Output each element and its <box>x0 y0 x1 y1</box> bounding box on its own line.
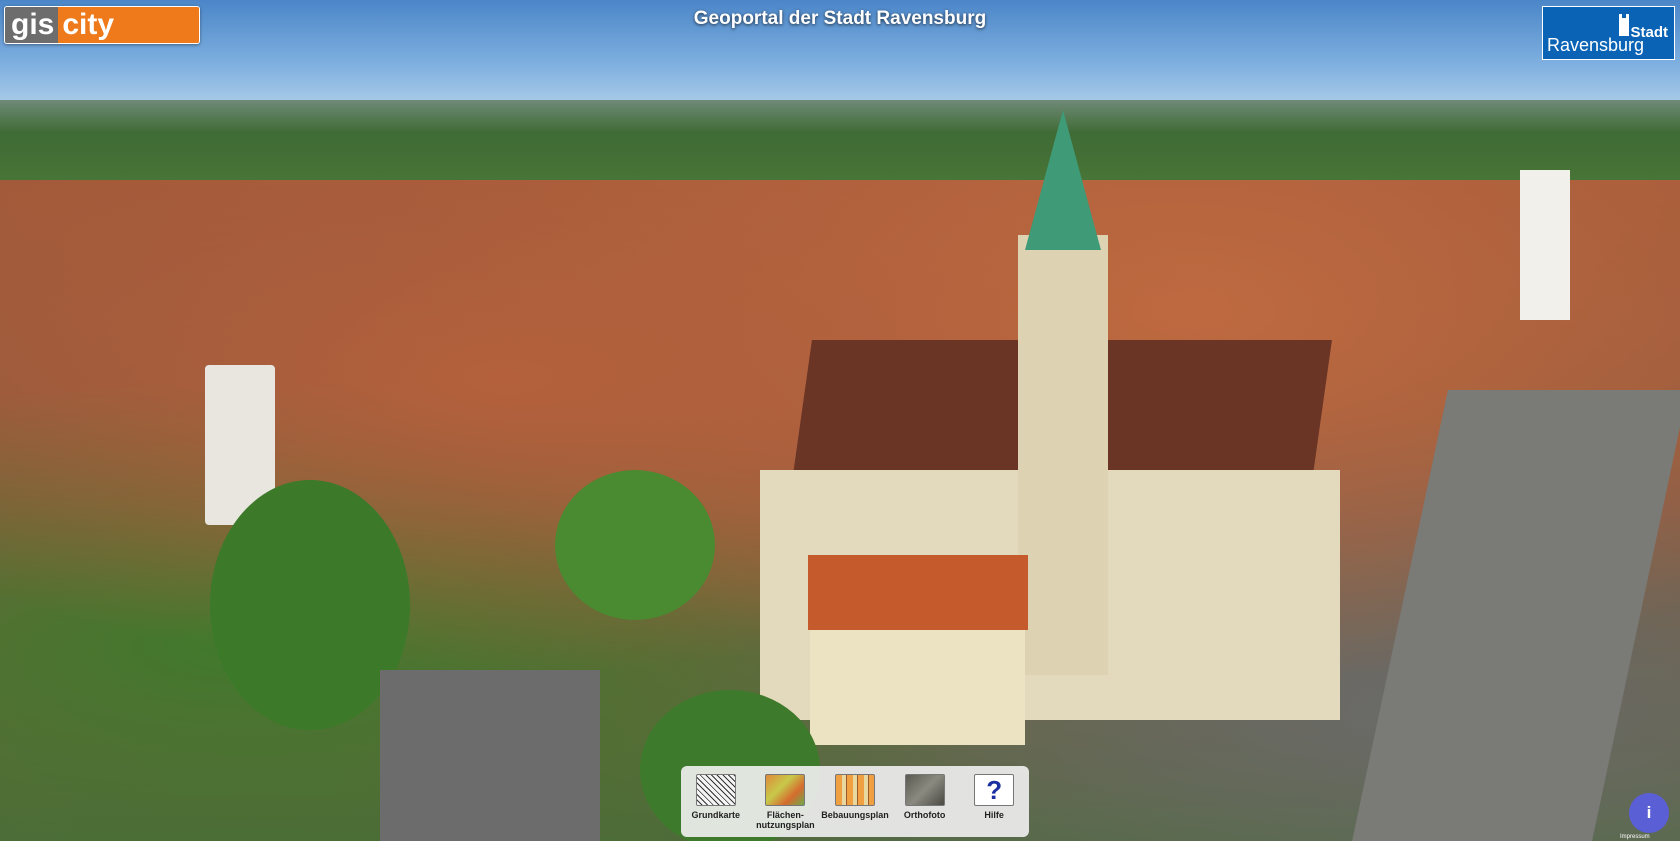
stadt-ravensburg-logo[interactable]: Stadt Ravensburg <box>1542 6 1675 60</box>
yellow-house-roof <box>808 555 1028 630</box>
tool-label: Flächen- nutzungsplan <box>756 810 815 830</box>
info-button[interactable]: i <box>1629 793 1669 833</box>
tool-label: Grundkarte <box>691 810 741 820</box>
tool-hilfe[interactable]: ? Hilfe <box>962 774 1026 820</box>
bebauungsplan-icon <box>834 774 875 806</box>
orthofoto-icon <box>904 774 945 806</box>
impressum-link[interactable]: Impressum <box>1620 834 1650 840</box>
background-photo <box>0 0 1680 841</box>
tower-icon <box>1619 14 1629 36</box>
tool-flaechennutzungsplan[interactable]: Flächen- nutzungsplan <box>753 774 817 830</box>
tool-grundkarte[interactable]: Grundkarte <box>684 774 748 820</box>
tool-label: Orthofoto <box>903 810 946 820</box>
flaechennutzungsplan-icon <box>765 774 806 806</box>
tool-label: Hilfe <box>984 810 1004 820</box>
tree <box>555 470 715 620</box>
villa <box>380 670 600 841</box>
page-title: Geoportal der Stadt Ravensburg <box>693 8 987 29</box>
church-spire <box>1025 110 1101 250</box>
church-tower <box>1018 235 1108 675</box>
logo-city-name: Ravensburg <box>1547 35 1645 55</box>
clock-tower <box>1520 170 1570 320</box>
map-layer-toolbar: Grundkarte Flächen- nutzungsplan Bebauun… <box>681 766 1029 837</box>
tool-bebauungsplan[interactable]: Bebauungsplan <box>821 774 889 820</box>
help-icon: ? <box>974 774 1015 806</box>
grundkarte-icon <box>695 774 736 806</box>
tool-label: Bebauungsplan <box>821 810 889 820</box>
tool-orthofoto[interactable]: Orthofoto <box>893 774 957 820</box>
